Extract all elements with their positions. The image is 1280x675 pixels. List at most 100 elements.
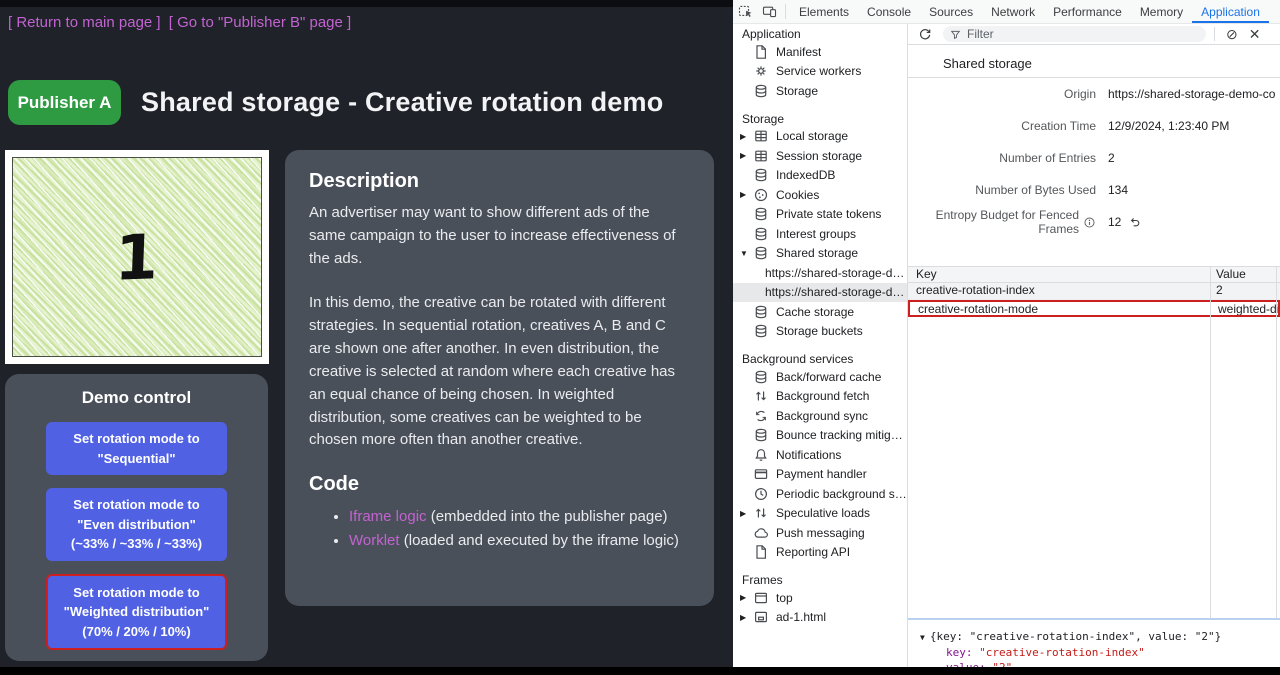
sidebar-item-label: ad-1.html [776, 610, 826, 624]
grid-row-creative-rotation-mode[interactable]: creative-rotation-modeweighted-dist [908, 300, 1280, 317]
grid-column-divider [1210, 266, 1211, 618]
metadata-list: Originhttps://shared-storage-demo-coCrea… [908, 78, 1280, 238]
sidebar-item-speculative-loads[interactable]: ▶Speculative loads [733, 504, 907, 524]
sidebar-item-background-sync[interactable]: Background sync [733, 406, 907, 426]
sidebar-item-push-messaging[interactable]: Push messaging [733, 523, 907, 543]
nav-link[interactable]: [ Return to main page ] [8, 14, 165, 31]
sidebar-item-label: Periodic background s… [776, 487, 907, 501]
preview-property: key: "creative-rotation-index" [920, 645, 1280, 660]
grid-header-value[interactable]: Value [1210, 267, 1280, 282]
toolbar-divider [1214, 27, 1215, 41]
filter-field[interactable] [943, 26, 1206, 42]
database-icon [753, 304, 769, 320]
chevron-right-icon[interactable]: ▶ [740, 509, 753, 518]
sidebar-item-cache-storage[interactable]: Cache storage [733, 302, 907, 322]
chevron-right-icon[interactable]: ▶ [740, 593, 753, 602]
publisher-page: [ Return to main page ] [ Go to "Publish… [0, 0, 733, 675]
sidebar-item-label: Back/forward cache [776, 370, 881, 384]
sidebar-item-indexeddb[interactable]: IndexedDB [733, 166, 907, 186]
grid-cell-key: creative-rotation-mode [910, 302, 1212, 315]
tab-application[interactable]: Application [1192, 0, 1269, 23]
sidebar-item-reporting-api[interactable]: Reporting API [733, 543, 907, 563]
inspect-element-button[interactable] [733, 0, 757, 23]
tree-section-title: Background services [733, 351, 907, 367]
sidebar-item-private-state-tokens[interactable]: Private state tokens [733, 205, 907, 225]
sidebar-item-service-workers[interactable]: Service workers [733, 62, 907, 82]
sidebar-item-shared-storage[interactable]: ▼Shared storage [733, 244, 907, 264]
sidebar-item-label: Bounce tracking mitiga… [776, 428, 907, 442]
sidebar-item-https-shared-storage-d[interactable]: https://shared-storage-d… [733, 263, 907, 283]
device-toolbar-button[interactable] [757, 0, 781, 23]
preview-summary: ▼{key: "creative-rotation-index", value:… [920, 629, 1280, 645]
card-icon [753, 466, 769, 482]
preview-divider[interactable] [908, 618, 1280, 620]
cloud-icon [753, 525, 769, 541]
tab-network[interactable]: Network [982, 0, 1044, 23]
tab-memory[interactable]: Memory [1131, 0, 1192, 23]
sidebar-item-ad-1-html[interactable]: ▶ ad-1.html [733, 608, 907, 628]
metadata-row: Originhttps://shared-storage-demo-co [908, 78, 1280, 110]
metadata-value-text: 134 [1108, 183, 1128, 197]
code-list-item: Worklet (loaded and executed by the ifra… [349, 529, 688, 552]
reset-budget-icon[interactable] [1129, 216, 1142, 229]
chevron-right-icon[interactable]: ▶ [740, 132, 753, 141]
expander-icon[interactable]: ▼ [920, 633, 925, 642]
sidebar-item-payment-handler[interactable]: Payment handler [733, 465, 907, 485]
sidebar-item-back-forward-cache[interactable]: Back/forward cache [733, 367, 907, 387]
close-icon[interactable]: ✕ [1249, 27, 1261, 41]
sidebar-item-label: Manifest [776, 45, 821, 59]
tree-section: Frames▶top▶ad-1.html [733, 572, 907, 627]
sidebar-item-top[interactable]: ▶ top [733, 588, 907, 608]
bell-icon [753, 447, 769, 463]
ad-creative-frame: 1 [5, 150, 269, 364]
tree-section: ApplicationManifestService workersStorag… [733, 26, 907, 101]
sidebar-item-interest-groups[interactable]: Interest groups [733, 224, 907, 244]
code-link[interactable]: Worklet [349, 532, 400, 549]
sidebar-item-label: top [776, 591, 793, 605]
demo-control-panel: Demo control Set rotation mode to "Seque… [5, 374, 268, 661]
nav-links: [ Return to main page ] [ Go to "Publish… [8, 14, 355, 31]
rotation-mode-button-1[interactable]: Set rotation mode to "Sequential" [46, 422, 227, 475]
code-link[interactable]: Iframe logic [349, 508, 427, 525]
grid-row-creative-rotation-index[interactable]: creative-rotation-index2 [908, 283, 1280, 300]
refresh-icon [918, 27, 932, 41]
metadata-row: Creation Time12/9/2024, 1:23:40 PM [908, 110, 1280, 142]
sidebar-item-local-storage[interactable]: ▶Local storage [733, 127, 907, 147]
metadata-row: Number of Entries2 [908, 142, 1280, 174]
tab-performance[interactable]: Performance [1044, 0, 1131, 23]
grid-right-border [1276, 266, 1277, 618]
tab-console[interactable]: Console [858, 0, 920, 23]
rotation-mode-button-2[interactable]: Set rotation mode to "Even distribution"… [46, 488, 227, 561]
refresh-button[interactable] [916, 27, 934, 41]
sidebar-item-periodic-background-s[interactable]: Periodic background s… [733, 484, 907, 504]
info-icon[interactable] [1083, 216, 1096, 229]
metadata-value: 2 [1108, 151, 1115, 165]
sidebar-item-label: Push messaging [776, 526, 865, 540]
sidebar-item-background-fetch[interactable]: Background fetch [733, 387, 907, 407]
chevron-right-icon[interactable]: ▶ [740, 190, 753, 199]
chevron-right-icon[interactable]: ▶ [740, 613, 753, 622]
tab-sources[interactable]: Sources [920, 0, 982, 23]
sidebar-item-https-shared-storage-d[interactable]: https://shared-storage-d… [733, 283, 907, 303]
sidebar-item-manifest[interactable]: Manifest [733, 42, 907, 62]
rotation-mode-button-3[interactable]: Set rotation mode to "Weighted distribut… [46, 574, 227, 651]
chevron-right-icon[interactable]: ▶ [740, 151, 753, 160]
tree-section: Background services Back/forward cache Bac… [733, 351, 907, 562]
application-sidebar: ApplicationManifestService workersStorag… [733, 24, 908, 667]
nav-link[interactable]: [ Go to "Publisher B" page ] [169, 14, 351, 31]
filter-input[interactable] [967, 27, 1167, 41]
grid-header-key[interactable]: Key [908, 267, 1210, 282]
shared-storage-panel: ⊘ ✕ Shared storage Originhttps://shared-… [908, 24, 1280, 667]
sidebar-item-session-storage[interactable]: ▶Session storage [733, 146, 907, 166]
description-paragraphs: An advertiser may want to show different… [309, 202, 688, 452]
tabbar-separator [785, 4, 786, 19]
sidebar-item-storage-buckets[interactable]: Storage buckets [733, 322, 907, 342]
sidebar-item-bounce-tracking-mitiga[interactable]: Bounce tracking mitiga… [733, 426, 907, 446]
chevron-down-icon[interactable]: ▼ [740, 249, 753, 258]
sidebar-item-cookies[interactable]: ▶Cookies [733, 185, 907, 205]
sidebar-item-notifications[interactable]: Notifications [733, 445, 907, 465]
block-icon[interactable]: ⊘ [1226, 27, 1238, 41]
sidebar-item-storage[interactable]: Storage [733, 81, 907, 101]
tab-elements[interactable]: Elements [790, 0, 858, 23]
ad-creative: 1 [12, 157, 262, 357]
